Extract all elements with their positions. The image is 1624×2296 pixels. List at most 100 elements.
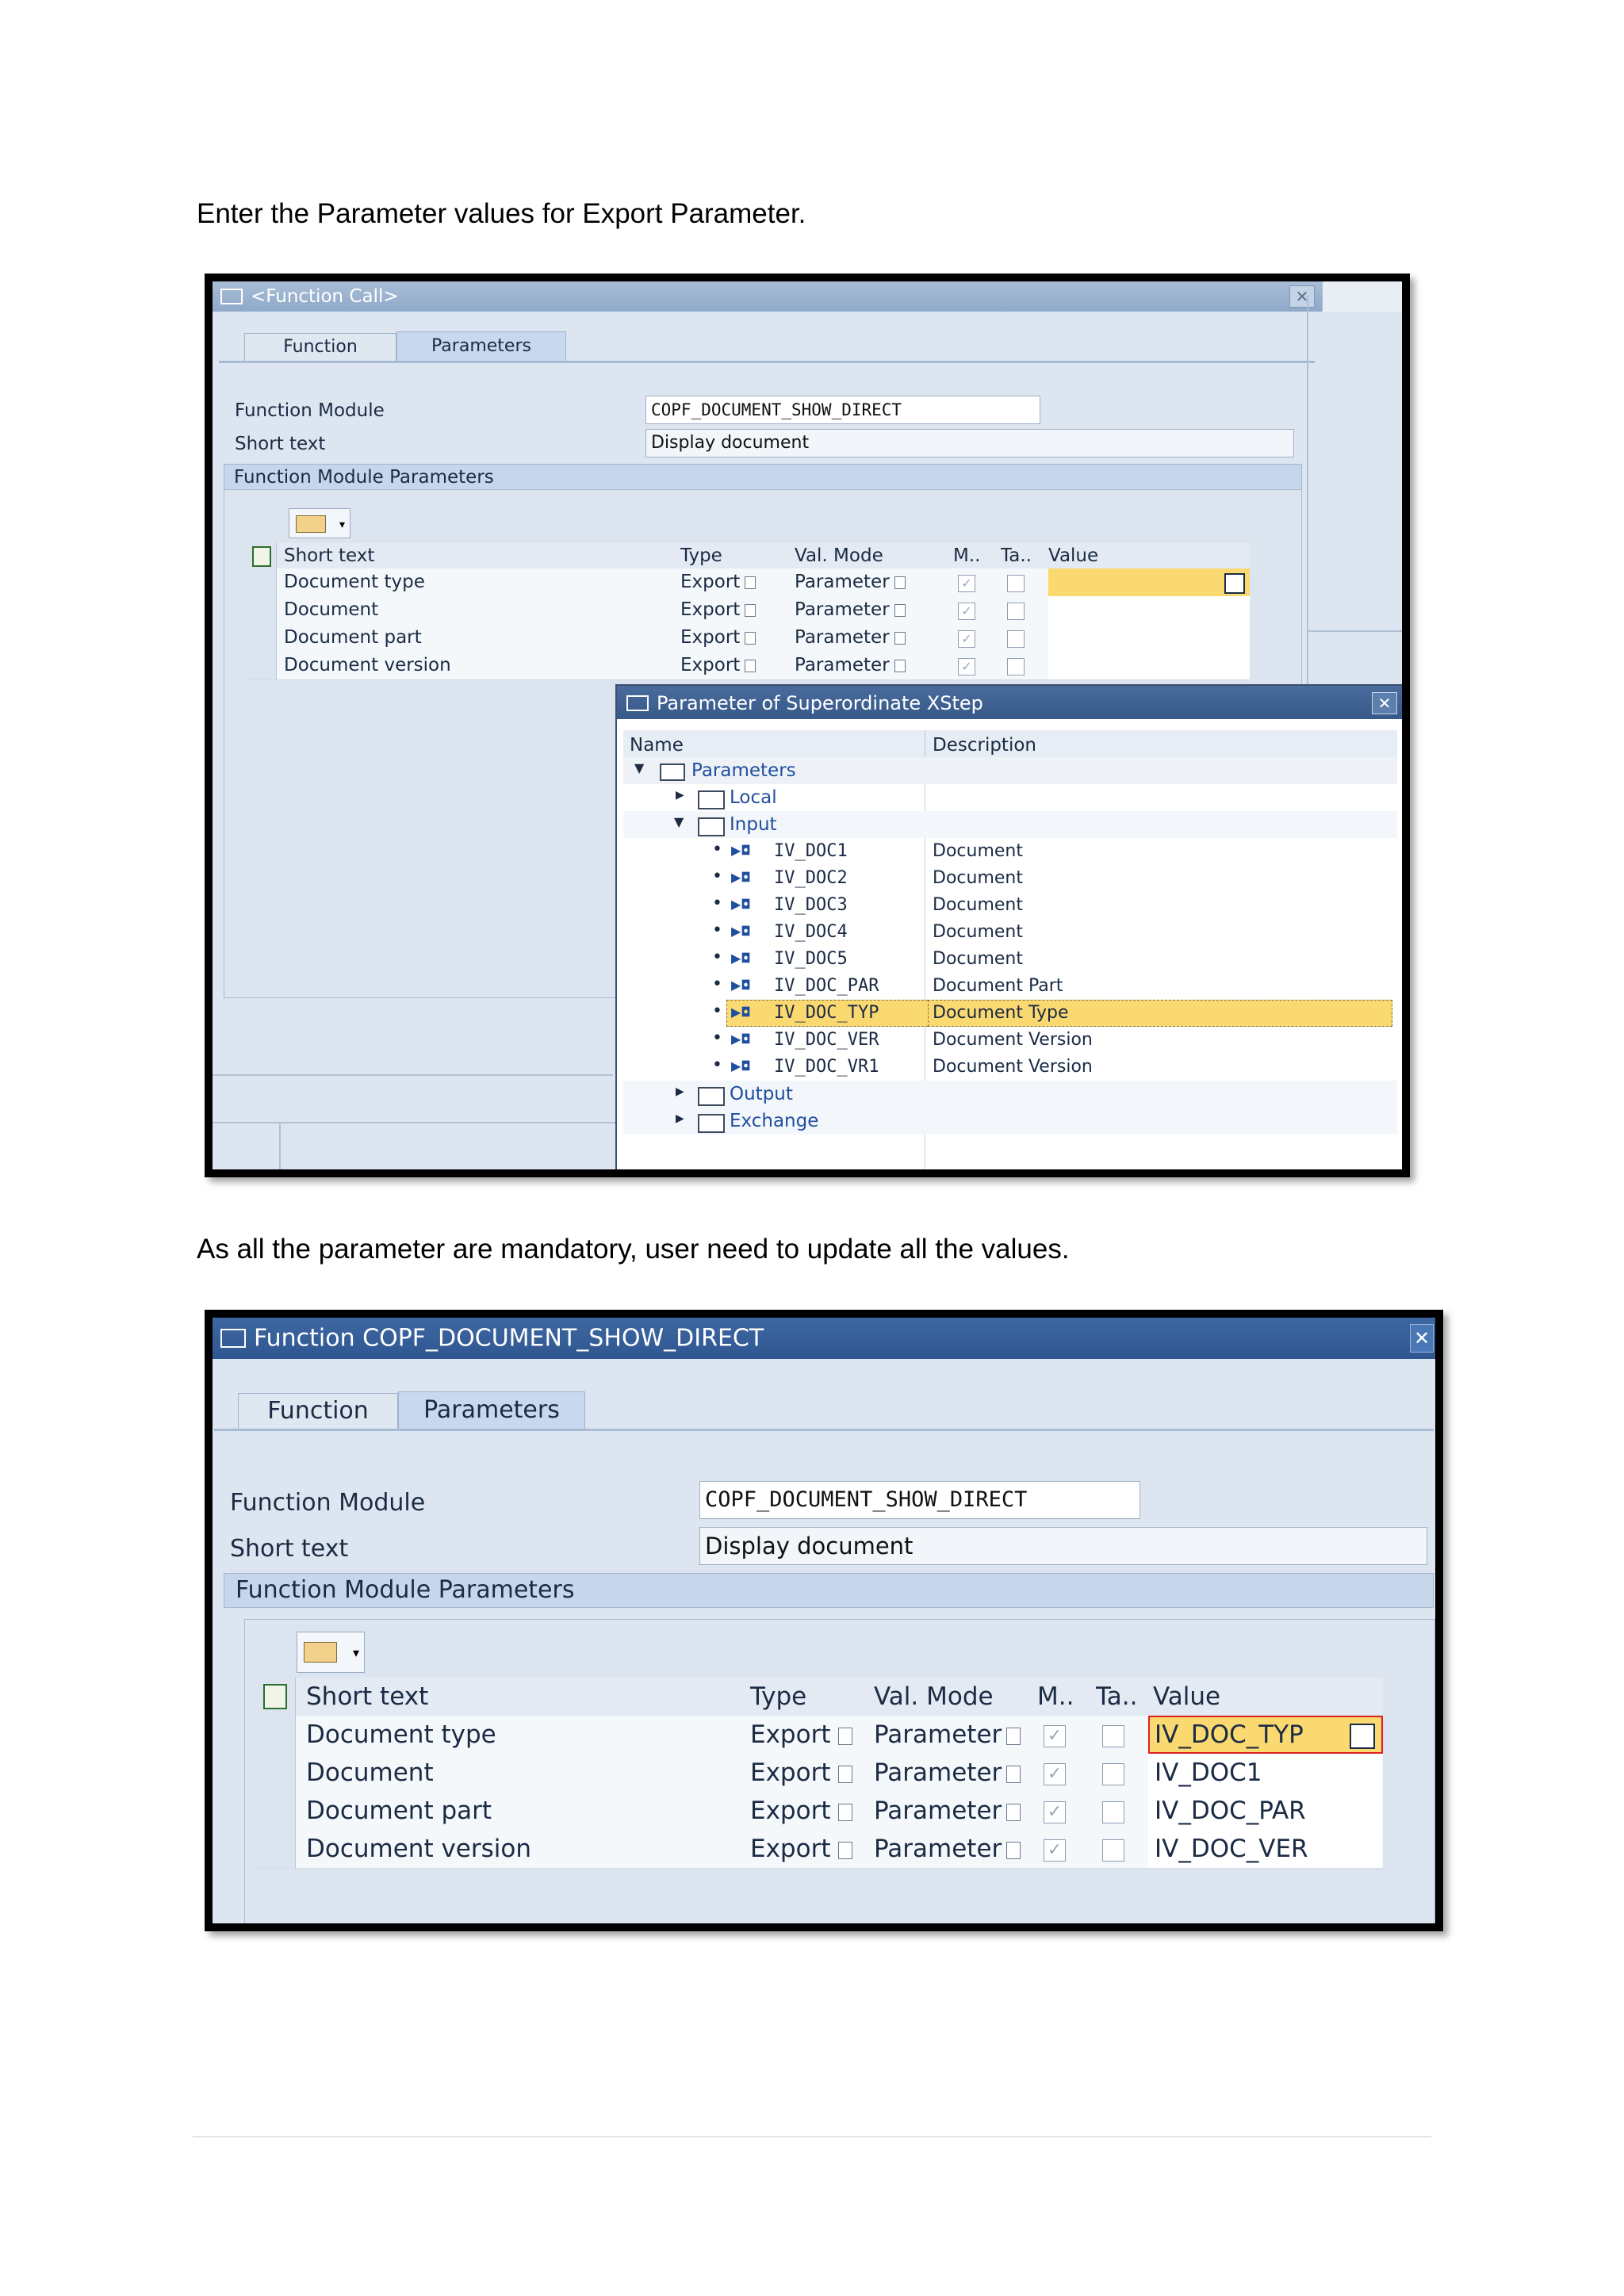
col-val-mode[interactable]: Val. Mode (874, 1678, 1025, 1716)
dropdown-icon[interactable] (838, 1841, 853, 1859)
dropdown-icon[interactable] (894, 659, 906, 672)
row-value-input[interactable] (1048, 568, 1250, 596)
tree-item[interactable]: • ▶◘ IV_DOC_VER Document Version (623, 1027, 1397, 1054)
dropdown-icon[interactable] (894, 631, 906, 645)
checkbox-icon[interactable] (1102, 1763, 1124, 1785)
col-mandatory[interactable]: M.. (953, 543, 985, 568)
tab-parameters[interactable]: Parameters (396, 331, 566, 361)
checkbox-icon[interactable]: ✓ (958, 658, 975, 675)
tree-node-output[interactable]: ▶ Output (623, 1081, 1397, 1108)
dropdown-icon[interactable] (1006, 1765, 1021, 1783)
dropdown-icon[interactable] (1006, 1841, 1021, 1859)
col-value[interactable]: Value (1153, 1678, 1375, 1716)
layout-button[interactable]: ▾ (289, 508, 350, 538)
expand-icon[interactable]: ▼ (674, 814, 684, 829)
checkbox-icon[interactable] (1007, 603, 1025, 620)
tree-item[interactable]: • ▶◘ IV_DOC5 Document (623, 946, 1397, 973)
function-module-field[interactable]: COPF_DOCUMENT_SHOW_DIRECT (645, 396, 1040, 424)
col-short-text[interactable]: Short text (284, 543, 665, 568)
row-value-input[interactable] (1048, 652, 1250, 679)
row-value-input[interactable]: IV_DOC1 (1148, 1754, 1381, 1792)
col-name[interactable]: Name (630, 735, 684, 756)
row-value-input[interactable] (1048, 624, 1250, 652)
dropdown-icon[interactable] (745, 631, 756, 645)
checkbox-icon[interactable]: ✓ (958, 603, 975, 620)
tree-item[interactable]: • ▶◘ IV_DOC4 Document (623, 919, 1397, 946)
close-icon[interactable]: ✕ (1372, 692, 1397, 714)
row-value-input[interactable]: IV_DOC_PAR (1148, 1792, 1381, 1830)
row-selector[interactable] (247, 624, 277, 652)
row-value-input[interactable]: IV_DOC_TYP (1148, 1716, 1383, 1754)
col-mandatory[interactable]: M.. (1037, 1678, 1077, 1716)
row-value-input[interactable] (1048, 596, 1250, 624)
row-selector[interactable] (247, 568, 277, 596)
checkbox-icon[interactable]: ✓ (1044, 1763, 1066, 1785)
table-row[interactable]: Document Export Parameter ✓ (247, 596, 1250, 625)
value-help-icon[interactable] (1350, 1724, 1375, 1749)
expand-icon[interactable]: ▶ (676, 1112, 684, 1125)
dropdown-icon[interactable] (745, 659, 756, 672)
expand-icon[interactable]: ▶ (676, 789, 684, 802)
row-selector[interactable] (257, 1830, 296, 1868)
row-value-input[interactable]: IV_DOC_VER (1148, 1830, 1381, 1868)
col-table[interactable]: Ta.. (1001, 543, 1040, 568)
checkbox-icon[interactable]: ✓ (958, 575, 975, 592)
checkbox-icon[interactable]: ✓ (1044, 1839, 1066, 1862)
dropdown-icon[interactable] (1006, 1803, 1021, 1821)
table-row[interactable]: Document Export Parameter ✓ IV_DOC1 (257, 1754, 1383, 1793)
tree-item-selected[interactable]: • ▶◘ IV_DOC_TYP Document Type (623, 1000, 1397, 1027)
checkbox-icon[interactable] (1007, 630, 1025, 648)
row-selector[interactable] (257, 1716, 296, 1754)
dropdown-icon[interactable] (838, 1765, 853, 1783)
checkbox-icon[interactable] (1102, 1801, 1124, 1823)
select-all-icon[interactable] (247, 543, 277, 568)
checkbox-icon[interactable] (1102, 1839, 1124, 1862)
tree-item[interactable]: • ▶◘ IV_DOC1 Document (623, 838, 1397, 865)
table-row[interactable]: Document type Export Parameter ✓ (247, 568, 1250, 597)
tree-item[interactable]: • ▶◘ IV_DOC3 Document (623, 892, 1397, 919)
expand-icon[interactable]: ▼ (634, 760, 644, 775)
tree-node-exchange[interactable]: ▶ Exchange (623, 1108, 1397, 1135)
dropdown-icon[interactable] (745, 603, 756, 617)
select-all-icon[interactable] (257, 1678, 296, 1716)
tree-item[interactable]: • ▶◘ IV_DOC_VR1 Document Version (623, 1054, 1397, 1081)
tab-function[interactable]: Function (238, 1393, 398, 1429)
tree-item[interactable]: • ▶◘ IV_DOC2 Document (623, 865, 1397, 892)
table-row[interactable]: Document part Export Parameter ✓ IV_DOC_… (257, 1792, 1383, 1831)
checkbox-icon[interactable] (1007, 658, 1025, 675)
table-row[interactable]: Document type Export Parameter ✓ IV_DOC_… (257, 1716, 1383, 1755)
checkbox-icon[interactable]: ✓ (1044, 1725, 1066, 1747)
value-help-icon[interactable] (1224, 573, 1245, 594)
row-selector[interactable] (257, 1792, 296, 1830)
checkbox-icon[interactable]: ✓ (1044, 1801, 1066, 1823)
col-description[interactable]: Description (933, 735, 1036, 756)
col-value[interactable]: Value (1048, 543, 1247, 568)
function-module-field[interactable]: COPF_DOCUMENT_SHOW_DIRECT (699, 1481, 1140, 1519)
close-icon[interactable]: ✕ (1289, 285, 1315, 308)
col-type[interactable]: Type (750, 1678, 869, 1716)
tree-node-input[interactable]: ▼ Input (623, 811, 1397, 838)
expand-icon[interactable]: ▶ (676, 1085, 684, 1098)
dropdown-icon[interactable] (1006, 1727, 1021, 1745)
table-row[interactable]: Document part Export Parameter ✓ (247, 624, 1250, 652)
checkbox-icon[interactable] (1007, 575, 1025, 592)
dropdown-icon[interactable] (894, 603, 906, 617)
col-val-mode[interactable]: Val. Mode (795, 543, 937, 568)
checkbox-icon[interactable]: ✓ (958, 630, 975, 648)
row-selector[interactable] (247, 652, 277, 679)
dropdown-icon[interactable] (894, 576, 906, 589)
checkbox-icon[interactable] (1102, 1725, 1124, 1747)
row-selector[interactable] (257, 1754, 296, 1792)
dropdown-icon[interactable] (838, 1727, 853, 1745)
row-selector[interactable] (247, 596, 277, 624)
col-short-text[interactable]: Short text (306, 1678, 734, 1716)
tree-node-local[interactable]: ▶ Local (623, 784, 1397, 811)
dropdown-icon[interactable] (745, 576, 756, 589)
tree-node-parameters[interactable]: ▼ Parameters (623, 757, 1397, 784)
close-icon[interactable]: ✕ (1410, 1324, 1434, 1353)
table-row[interactable]: Document version Export Parameter ✓ (247, 652, 1250, 680)
tab-function[interactable]: Function (244, 333, 396, 361)
col-type[interactable]: Type (680, 543, 783, 568)
layout-button[interactable]: ▾ (297, 1632, 365, 1673)
col-table[interactable]: Ta.. (1096, 1678, 1143, 1716)
